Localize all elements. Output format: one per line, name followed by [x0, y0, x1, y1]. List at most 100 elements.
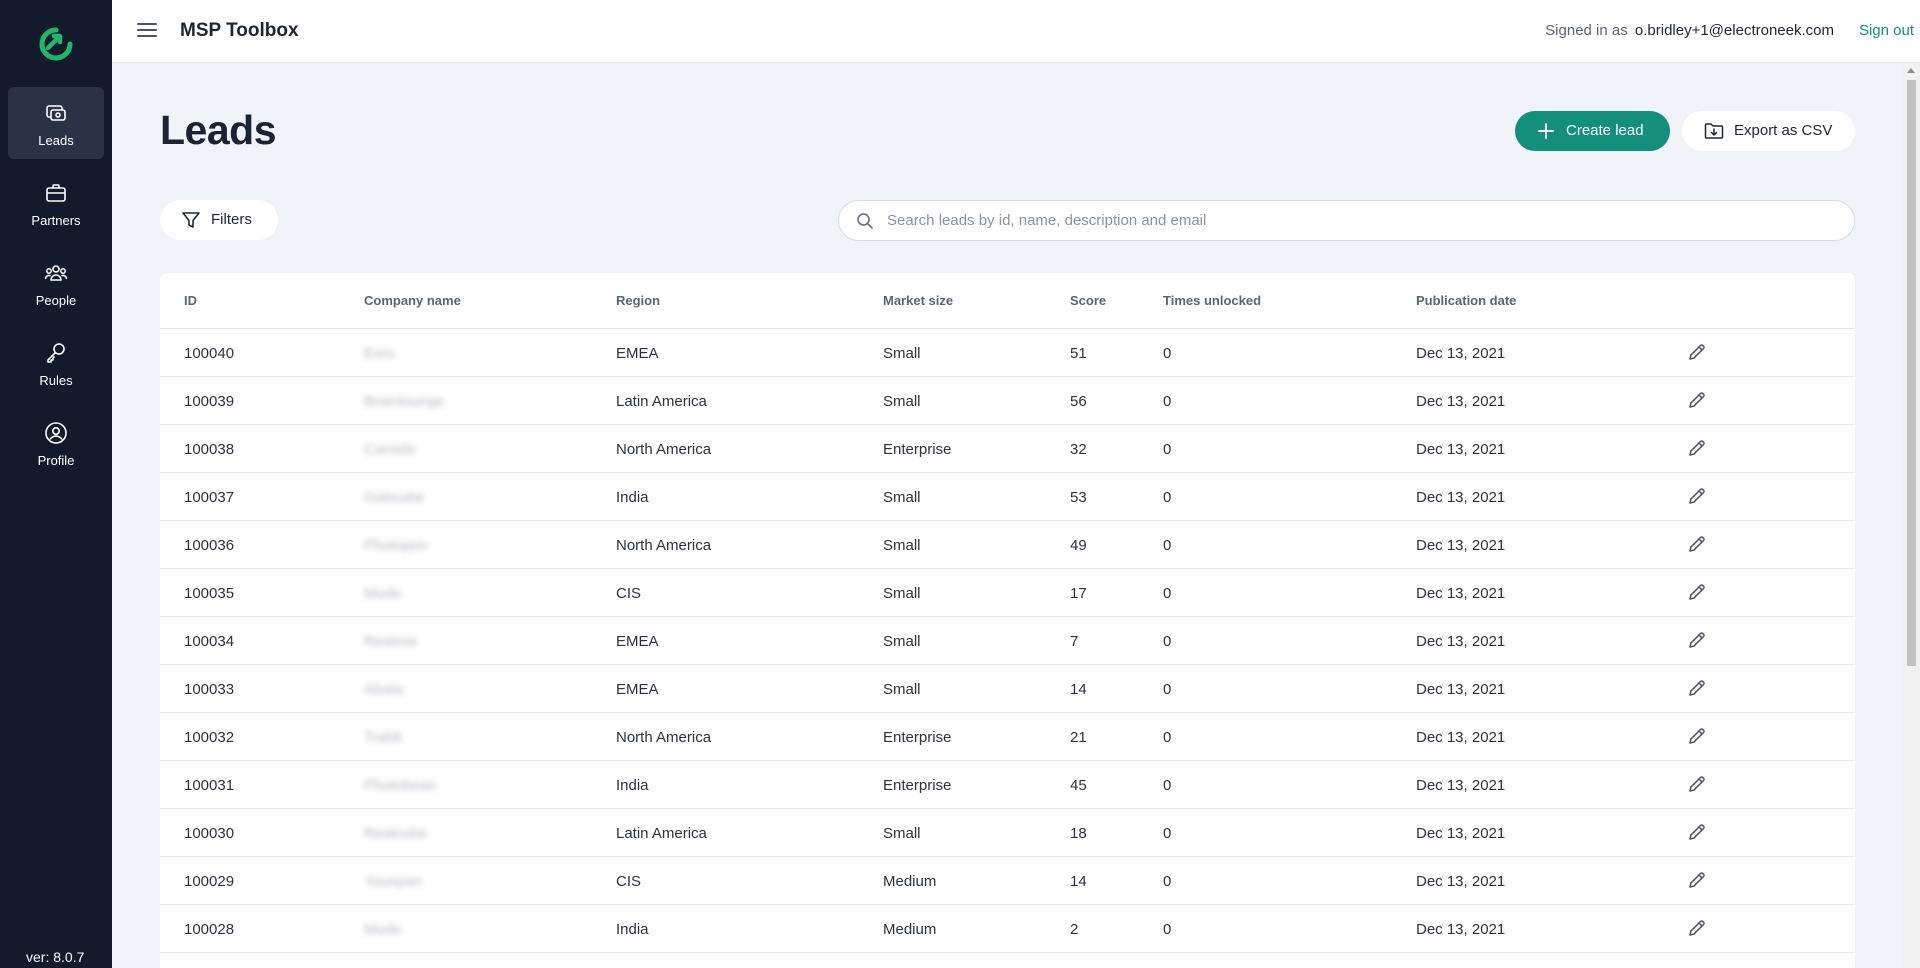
sign-out-link[interactable]: Sign out	[1859, 22, 1914, 40]
table-row[interactable]: 100039 Brainlounge Latin America Small 56 0 De…	[160, 377, 1855, 425]
table-row[interactable]: 100030 Realcube Latin America Small 18 0 Dec 1…	[160, 809, 1855, 857]
cell-region: Latin America	[616, 393, 707, 410]
sidebar-item-label: Rules	[39, 373, 73, 388]
cell-market-size: Small	[883, 489, 921, 506]
table-body: 100040 Exro EMEA Small 51 0 Dec 13, 2021 100039…	[160, 329, 1855, 953]
cell-publication-date: Dec 13, 2021	[1416, 633, 1506, 650]
cell-times-unlocked: 0	[1163, 537, 1172, 554]
cell-region: EMEA	[616, 345, 659, 362]
table-row[interactable]: 100035 Mudo CIS Small 17 0 Dec 13, 2021	[160, 569, 1855, 617]
cell-market-size: Enterprise	[883, 729, 952, 746]
table-row[interactable]: 100037 Gabcube India Small 53 0 Dec 13, 2021	[160, 473, 1855, 521]
table-row[interactable]: 100029 Youspan CIS Medium 14 0 Dec 13, 2021	[160, 857, 1855, 905]
cell-times-unlocked: 0	[1163, 777, 1172, 794]
scroll-up-arrow-icon[interactable]	[1907, 68, 1915, 73]
cell-publication-date: Dec 13, 2021	[1416, 825, 1506, 842]
column-header-company-name[interactable]: Company name	[364, 293, 461, 309]
cell-region: North America	[616, 441, 712, 458]
cell-market-size: Medium	[883, 873, 937, 890]
column-header-market-size[interactable]: Market size	[883, 293, 953, 309]
sidebar-item-label: Leads	[38, 133, 74, 148]
table-row[interactable]: 100031 Photobean India Enterprise 45 0 Dec 13,…	[160, 761, 1855, 809]
cell-market-size: Small	[883, 681, 921, 698]
cell-company-name: Youspan	[364, 873, 422, 890]
table-row[interactable]: 100034 Realmix EMEA Small 7 0 Dec 13, 2021	[160, 617, 1855, 665]
edit-pencil-icon[interactable]	[1687, 678, 1707, 698]
cell-id: 100035	[184, 585, 235, 602]
page-scrollbar[interactable]	[1903, 64, 1920, 968]
cell-market-size: Small	[883, 633, 921, 650]
cell-company-name: Realcube	[364, 825, 428, 842]
cell-id: 100034	[184, 633, 235, 650]
edit-pencil-icon[interactable]	[1687, 438, 1707, 458]
cell-id: 100031	[184, 777, 235, 794]
cell-company-name: Abata	[364, 681, 404, 698]
edit-pencil-icon[interactable]	[1687, 726, 1707, 746]
cell-score: 32	[1070, 441, 1087, 458]
edit-pencil-icon[interactable]	[1687, 582, 1707, 602]
cell-times-unlocked: 0	[1163, 681, 1172, 698]
cell-score: 17	[1070, 585, 1087, 602]
cell-times-unlocked: 0	[1163, 825, 1172, 842]
export-csv-label: Export as CSV	[1734, 122, 1833, 139]
search-input[interactable]	[887, 201, 1827, 240]
cell-market-size: Enterprise	[883, 777, 952, 794]
column-header-region[interactable]: Region	[616, 293, 660, 309]
edit-pencil-icon[interactable]	[1687, 486, 1707, 506]
table-row[interactable]: 100036 Photojam North America Small 49 0 Dec 1…	[160, 521, 1855, 569]
signed-in-text: Signed in as o.bridley+1@electroneek.com	[1545, 22, 1834, 40]
cell-region: Latin America	[616, 825, 707, 842]
sidebar-item-profile[interactable]: Profile	[8, 407, 104, 479]
electroneek-logo[interactable]	[36, 26, 76, 62]
edit-pencil-icon[interactable]	[1687, 630, 1707, 650]
table-row[interactable]: 100033 Abata EMEA Small 14 0 Dec 13, 2021	[160, 665, 1855, 713]
table-header: ID Company name Region Market size Score…	[160, 273, 1855, 329]
version-label: ver: 8.0.7	[26, 949, 85, 965]
cell-publication-date: Dec 13, 2021	[1416, 681, 1506, 698]
cell-id: 100030	[184, 825, 235, 842]
profile-icon	[45, 422, 67, 444]
sidebar-item-people[interactable]: People	[8, 247, 104, 319]
sidebar-item-rules[interactable]: Rules	[8, 327, 104, 399]
edit-pencil-icon[interactable]	[1687, 918, 1707, 938]
table-row[interactable]: 100032 Trablt North America Enterprise 21 0 De…	[160, 713, 1855, 761]
export-csv-button[interactable]: Export as CSV	[1682, 111, 1855, 151]
cell-region: India	[616, 921, 649, 938]
edit-pencil-icon[interactable]	[1687, 534, 1707, 554]
filters-button[interactable]: Filters	[160, 200, 278, 240]
cell-score: 21	[1070, 729, 1087, 746]
filters-label: Filters	[211, 211, 252, 228]
edit-pencil-icon[interactable]	[1687, 390, 1707, 410]
column-header-times-unlocked[interactable]: Times unlocked	[1163, 293, 1261, 309]
cell-times-unlocked: 0	[1163, 345, 1172, 362]
cell-company-name: Photobean	[364, 777, 437, 794]
edit-pencil-icon[interactable]	[1687, 774, 1707, 794]
page-title: Leads	[160, 107, 277, 153]
cell-company-name: Realmix	[364, 633, 419, 650]
edit-pencil-icon[interactable]	[1687, 870, 1707, 890]
cell-times-unlocked: 0	[1163, 489, 1172, 506]
cell-score: 14	[1070, 681, 1087, 698]
create-lead-button[interactable]: Create lead	[1515, 111, 1670, 151]
key-icon	[47, 343, 65, 363]
column-header-score[interactable]: Score	[1070, 293, 1106, 309]
column-header-publication-date[interactable]: Publication date	[1416, 293, 1516, 309]
cell-id: 100040	[184, 345, 235, 362]
sidebar-item-leads[interactable]: Leads	[8, 87, 104, 159]
cell-score: 7	[1070, 633, 1079, 650]
table-row[interactable]: 100040 Exro EMEA Small 51 0 Dec 13, 2021	[160, 329, 1855, 377]
table-row[interactable]: 100028 Mudo India Medium 2 0 Dec 13, 2021	[160, 905, 1855, 953]
cell-company-name: Camido	[364, 441, 416, 458]
cell-company-name: Mudo	[364, 921, 402, 938]
hamburger-menu-icon[interactable]	[136, 19, 158, 41]
cell-publication-date: Dec 13, 2021	[1416, 777, 1506, 794]
edit-pencil-icon[interactable]	[1687, 822, 1707, 842]
search-icon	[857, 213, 873, 229]
sidebar-item-partners[interactable]: Partners	[8, 167, 104, 239]
scrollbar-thumb[interactable]	[1907, 80, 1916, 666]
cell-score: 18	[1070, 825, 1087, 842]
table-row[interactable]: 100038 Camido North America Enterprise 32 0 De…	[160, 425, 1855, 473]
column-header-id[interactable]: ID	[184, 293, 197, 309]
edit-pencil-icon[interactable]	[1687, 342, 1707, 362]
cell-id: 100036	[184, 537, 235, 554]
